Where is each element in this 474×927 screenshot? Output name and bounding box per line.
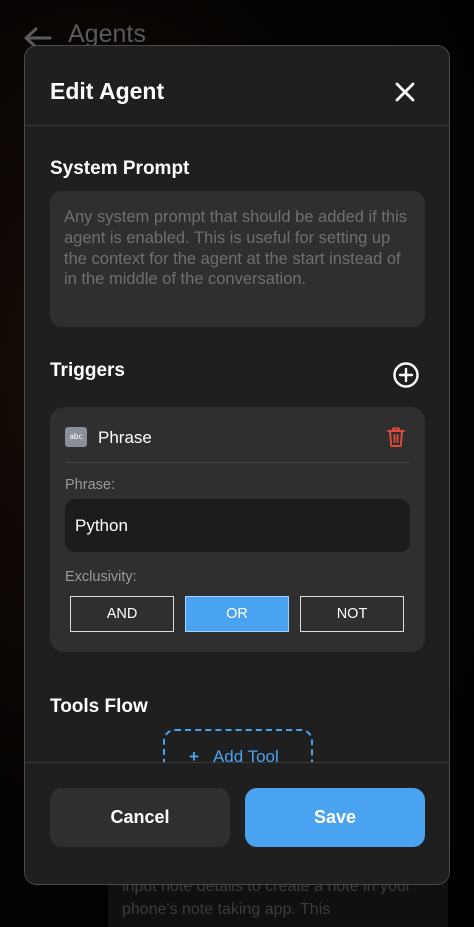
trash-icon[interactable] — [386, 426, 406, 448]
plus-icon: + — [189, 747, 199, 762]
system-prompt-input[interactable]: Any system prompt that should be added i… — [50, 191, 425, 327]
exclusivity-and-button[interactable]: AND — [70, 596, 174, 632]
phrase-input[interactable] — [65, 499, 410, 552]
trigger-header: abc Phrase — [65, 407, 410, 463]
modal-title: Edit Agent — [50, 78, 165, 104]
phrase-label: Phrase: — [65, 477, 115, 493]
add-tool-button[interactable]: + Add Tool — [163, 729, 313, 762]
close-icon[interactable] — [393, 80, 417, 104]
add-tool-label: Add Tool — [212, 747, 279, 762]
add-circle-icon[interactable] — [392, 361, 420, 389]
exclusivity-label: Exclusivity: — [65, 569, 137, 585]
trigger-card: abc Phrase Phrase: Exclusivity: AND OR N… — [50, 407, 425, 652]
tools-flow-area: + Add Tool — [25, 686, 449, 762]
abc-icon: abc — [65, 427, 87, 447]
exclusivity-or-button[interactable]: OR — [185, 596, 289, 632]
system-prompt-label: System Prompt — [50, 158, 190, 179]
modal-header: Edit Agent — [25, 46, 449, 126]
exclusivity-not-button[interactable]: NOT — [300, 596, 404, 632]
modal-footer: Cancel Save — [25, 762, 449, 884]
trigger-type-label: Phrase — [98, 428, 152, 447]
triggers-label: Triggers — [50, 360, 125, 381]
edit-agent-modal: Edit Agent System Prompt Any system prom… — [24, 45, 450, 885]
cancel-button[interactable]: Cancel — [50, 788, 230, 847]
save-button[interactable]: Save — [245, 788, 425, 847]
